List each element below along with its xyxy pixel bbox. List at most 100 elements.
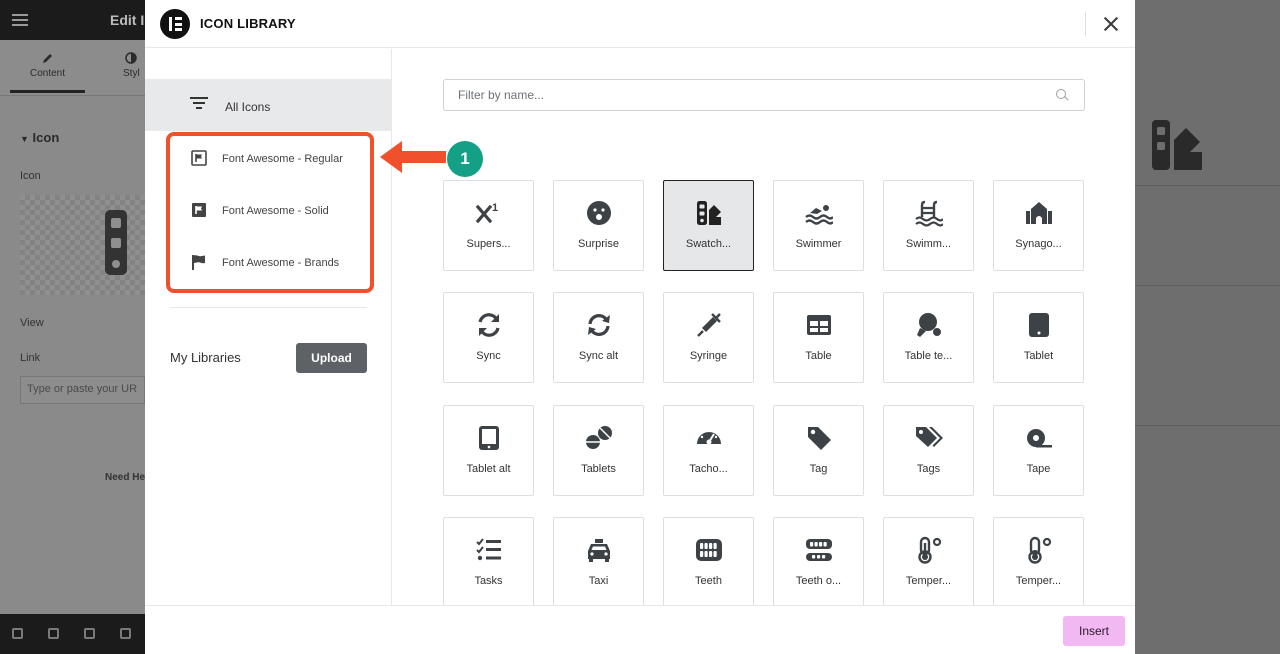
sync-alt-icon	[588, 314, 610, 336]
swatchbook-icon	[105, 210, 127, 275]
icon-tile-label: Supers...	[466, 238, 511, 250]
responsive-icon[interactable]	[120, 628, 131, 639]
tab-style[interactable]: Styl	[123, 52, 140, 79]
modal-title: ICON LIBRARY	[200, 16, 296, 31]
insert-button[interactable]: Insert	[1063, 616, 1125, 646]
history-icon[interactable]	[84, 628, 95, 639]
editor-panel: Edit I Content Styl ▼ Icon Icon View Lin…	[0, 0, 145, 654]
tachometer-icon	[697, 429, 721, 445]
svg-text:1: 1	[492, 202, 498, 214]
sidebar-item-all-icons[interactable]: All Icons	[145, 79, 392, 131]
icon-tile-label: Table te...	[904, 350, 953, 362]
modal-header: ICON LIBRARY	[145, 0, 1135, 48]
close-icon[interactable]	[1100, 13, 1122, 35]
editor-footer	[0, 614, 145, 654]
tablet-icon	[1029, 313, 1049, 337]
sidebar-item-label: All Icons	[225, 100, 271, 114]
icon-tile[interactable]: Tasks	[443, 517, 534, 605]
icon-library-modal: ICON LIBRARY All Icons Font Awesome - Re…	[145, 0, 1135, 654]
sync-icon	[478, 313, 500, 337]
highlight-box	[166, 132, 374, 293]
menu-icon[interactable]	[12, 14, 28, 26]
icon-tile-label: Teeth	[695, 575, 722, 587]
search-input[interactable]	[444, 80, 1034, 110]
elementor-logo-icon	[160, 9, 190, 39]
layers-icon[interactable]	[48, 628, 59, 639]
icon-tile-label: Tasks	[474, 575, 503, 587]
surprise-icon	[587, 201, 611, 225]
modal-footer: Insert	[145, 605, 1135, 654]
icon-tile-label: Table	[805, 350, 832, 362]
icon-tile[interactable]: Tablet alt	[443, 405, 534, 496]
icon-tile-label: Tablets	[581, 463, 616, 475]
icon-tile[interactable]: Surprise	[553, 180, 644, 271]
link-input[interactable]: Type or paste your UR	[20, 376, 145, 404]
tape-icon	[1027, 429, 1052, 448]
filter-icon	[190, 97, 208, 113]
synagogue-icon	[1026, 202, 1052, 224]
link-label: Link	[20, 352, 41, 364]
icon-tile[interactable]: Teeth o...	[773, 517, 864, 605]
icon-preview[interactable]	[20, 195, 145, 295]
icon-tile[interactable]: Synago...	[993, 180, 1084, 271]
upload-button[interactable]: Upload	[296, 343, 367, 373]
icon-tile-label: Sync alt	[578, 350, 619, 362]
icon-tile-label: Synago...	[1015, 238, 1062, 250]
table-tennis-icon	[917, 313, 941, 337]
temperature-low-icon	[1028, 536, 1052, 564]
icon-tile[interactable]: Table	[773, 292, 864, 383]
icon-tile[interactable]: 1 Supers...	[443, 180, 534, 271]
icon-tile[interactable]: Swimmer	[773, 180, 864, 271]
icon-tile[interactable]: Tape	[993, 405, 1084, 496]
icon-tile-label: Tape	[1026, 463, 1051, 475]
icon-tile[interactable]: Swimm...	[883, 180, 974, 271]
icon-tile[interactable]: Sync	[443, 292, 534, 383]
icon-tile[interactable]: Tablets	[553, 405, 644, 496]
syringe-icon	[697, 313, 721, 337]
my-libraries-label: My Libraries	[170, 350, 241, 365]
swimmer-icon	[805, 205, 833, 225]
icon-tile[interactable]: Tacho...	[663, 405, 754, 496]
icon-label: Icon	[20, 170, 41, 182]
icon-tile[interactable]: Teeth	[663, 517, 754, 605]
tasks-icon	[476, 538, 501, 561]
search-box	[443, 79, 1085, 111]
icon-tile[interactable]: Temper...	[883, 517, 974, 605]
icon-section-title[interactable]: ▼ Icon	[20, 130, 59, 145]
icon-tile[interactable]: Sync alt	[553, 292, 644, 383]
icon-tile-label: Tags	[916, 463, 941, 475]
search-icon[interactable]	[1056, 89, 1068, 101]
header-divider	[1085, 12, 1086, 36]
table-icon	[807, 315, 831, 335]
tag-icon	[808, 427, 831, 450]
tablets-icon	[586, 426, 612, 449]
view-label: View	[20, 317, 44, 329]
sidebar-divider	[170, 307, 367, 308]
temperature-high-icon	[918, 536, 942, 564]
canvas-preview	[1135, 0, 1280, 654]
icon-tile[interactable]: Table te...	[883, 292, 974, 383]
icon-tile-selected[interactable]: Swatch...	[663, 180, 754, 271]
swatchbook-icon	[697, 201, 721, 225]
icon-tile[interactable]: Tablet	[993, 292, 1084, 383]
icon-tile[interactable]: Syringe	[663, 292, 754, 383]
pencil-icon	[42, 52, 54, 64]
icon-tile[interactable]: Tags	[883, 405, 974, 496]
tab-style-label: Styl	[123, 68, 140, 79]
taxi-icon	[588, 539, 610, 562]
icon-tile-label: Sync	[476, 350, 501, 362]
icon-tile-label: Tablet	[1023, 350, 1054, 362]
tab-content[interactable]: Content	[9, 52, 86, 93]
icon-tile[interactable]: Tag	[773, 405, 864, 496]
tab-content-label: Content	[30, 68, 66, 79]
help-text[interactable]: Need He	[105, 472, 145, 483]
settings-icon[interactable]	[12, 628, 23, 639]
icon-tile-label: Syringe	[689, 350, 728, 362]
icon-tile-label: Teeth o...	[795, 575, 842, 587]
icon-tile-label: Swatch...	[685, 238, 732, 250]
icon-tile-label: Tag	[809, 463, 828, 475]
icon-tile[interactable]: Temper...	[993, 517, 1084, 605]
icon-browser: 1 Supers... Surprise	[393, 49, 1135, 605]
icon-tile-label: Taxi	[588, 575, 609, 587]
icon-tile[interactable]: Taxi	[553, 517, 644, 605]
